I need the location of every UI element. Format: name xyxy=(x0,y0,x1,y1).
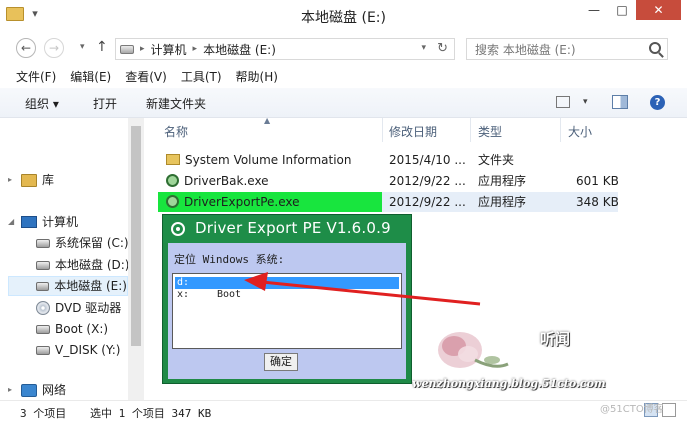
watermark-url: wenzhongxiang.blog.51cto.com xyxy=(412,377,606,390)
annotation-arrow-line xyxy=(261,280,481,306)
annotation-arrow xyxy=(244,272,481,306)
watermark-signature: 听闻 xyxy=(540,330,571,348)
watermark-blog: @51CTO博客 xyxy=(600,404,664,415)
watermark-flower-icon xyxy=(438,332,509,368)
annotation-arrow-head xyxy=(244,272,268,291)
